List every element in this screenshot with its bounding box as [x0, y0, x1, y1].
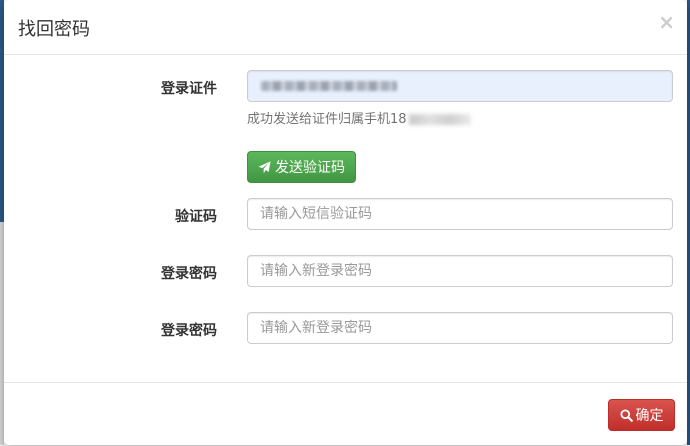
modal-footer: 确定 — [4, 382, 687, 446]
confirm-password-label: 登录密码 — [161, 323, 217, 339]
certificate-label: 登录证件 — [161, 81, 217, 97]
new-password-input[interactable] — [247, 255, 673, 287]
modal-title: 找回密码 — [18, 19, 90, 40]
sms-code-input[interactable] — [247, 198, 673, 230]
confirm-password-row: 登录密码 — [4, 312, 687, 345]
close-button[interactable]: × — [658, 12, 675, 32]
certificate-input[interactable] — [247, 70, 673, 102]
new-password-row: 登录密码 — [4, 255, 687, 288]
send-code-label: 发送验证码 — [275, 160, 345, 176]
help-text-label: 成功发送给证件归属手机18 — [247, 112, 407, 127]
masked-phone-number — [408, 114, 471, 125]
new-password-label: 登录密码 — [161, 266, 217, 282]
masked-certificate-value — [261, 81, 397, 91]
sms-sent-help-text: 成功发送给证件归属手机18 — [247, 108, 471, 127]
send-code-button[interactable]: 发送验证码 — [247, 151, 356, 183]
confirm-label: 确定 — [635, 408, 664, 424]
sms-code-label: 验证码 — [175, 209, 217, 225]
confirm-password-input[interactable] — [247, 312, 673, 344]
confirm-button[interactable]: 确定 — [608, 399, 675, 431]
send-icon — [258, 160, 271, 174]
recover-password-modal: 找回密码 × 登录证件 成功发送给证件归属手机18 发送验证码 验证码 登录密码… — [4, 0, 687, 445]
sms-code-row: 验证码 — [4, 198, 687, 231]
modal-header: 找回密码 × — [4, 0, 687, 55]
certificate-row: 登录证件 — [4, 70, 687, 103]
search-icon — [619, 408, 633, 422]
